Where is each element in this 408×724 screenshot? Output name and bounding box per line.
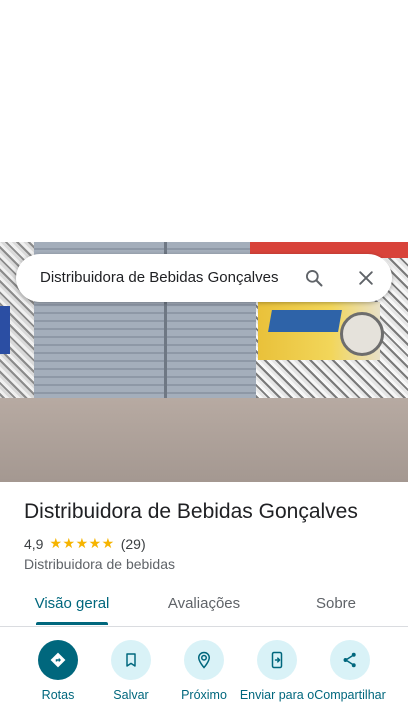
directions-label: Rotas [41, 688, 75, 702]
share-icon [343, 652, 356, 668]
rating-value: 4,9 [24, 535, 44, 552]
save-button[interactable]: Salvar [89, 640, 173, 703]
tab-reviews[interactable]: Avaliações [154, 582, 254, 626]
nearby-icon [197, 651, 211, 669]
nearby-label: Próximo [181, 688, 227, 702]
close-icon[interactable] [356, 268, 376, 288]
send-to-phone-icon [271, 651, 283, 669]
tab-about[interactable]: Sobre [286, 582, 386, 626]
active-tab-indicator [36, 622, 108, 625]
place-title: Distribuidora de Bebidas Gonçalves [24, 500, 358, 523]
sidewalk [0, 398, 408, 482]
nearby-button[interactable]: Próximo [162, 640, 246, 703]
map-blank-area [0, 0, 408, 242]
action-bar: Rotas Salvar Próximo Enviar para o Compa… [0, 640, 408, 724]
review-count: (29) [120, 535, 146, 552]
directions-button[interactable]: Rotas [16, 640, 100, 703]
send-to-phone-label: Enviar para o [239, 688, 315, 702]
bookmark-icon [126, 653, 136, 667]
share-button[interactable]: Compartilhar [308, 640, 392, 703]
send-to-phone-button[interactable]: Enviar para o [235, 640, 319, 703]
search-input[interactable]: Distribuidora de Bebidas Gonçalves [40, 254, 278, 302]
search-bar[interactable]: Distribuidora de Bebidas Gonçalves [16, 254, 392, 302]
star-rating: ★★★★★ [49, 535, 115, 551]
search-icon[interactable] [304, 268, 324, 288]
tab-overview[interactable]: Visão geral [22, 582, 122, 626]
share-label: Compartilhar [314, 688, 386, 702]
rating-row[interactable]: 4,9 ★★★★★ (29) [24, 535, 146, 552]
save-label: Salvar [113, 688, 149, 702]
place-category[interactable]: Distribuidora de bebidas [24, 556, 175, 572]
directions-icon [50, 652, 66, 668]
tab-bar: Visão geral Avaliações Sobre [0, 582, 408, 627]
